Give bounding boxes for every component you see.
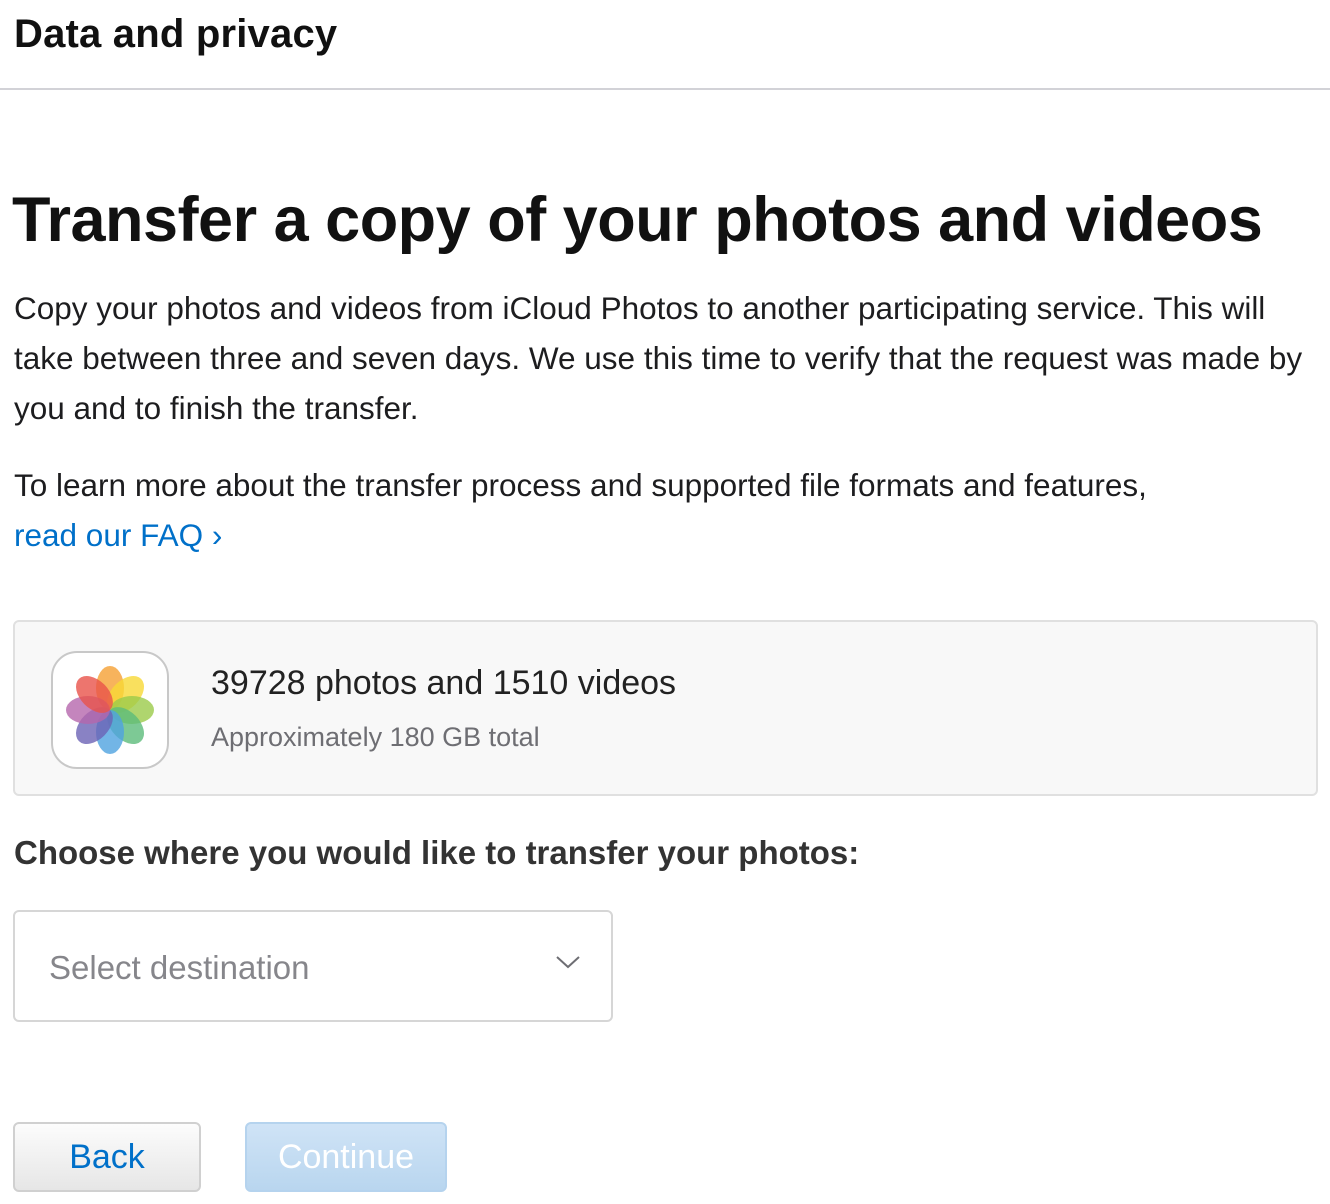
- faq-link[interactable]: read our FAQ ›: [14, 517, 222, 553]
- description: Copy your photos and videos from iCloud …: [14, 290, 1303, 426]
- header-title: Data and privacy: [14, 12, 338, 56]
- library-size: Approximately 180 GB total: [211, 722, 540, 752]
- back-button[interactable]: Back: [13, 1122, 201, 1192]
- page-title: Transfer a copy of your photos and video…: [12, 185, 1263, 255]
- learn-more-label: To learn more about the transfer process…: [14, 467, 1147, 503]
- continue-button[interactable]: Continue: [245, 1122, 447, 1192]
- learn-more-text: To learn more about the transfer process…: [14, 460, 1314, 560]
- destination-placeholder: Select destination: [49, 949, 310, 986]
- destination-select[interactable]: Select destination: [13, 910, 613, 1022]
- header: Data and privacy: [0, 0, 1330, 90]
- library-summary-card: 39728 photos and 1510 videos Approximate…: [13, 620, 1318, 796]
- photos-app-icon: [51, 651, 169, 769]
- chevron-down-icon: [556, 956, 580, 969]
- library-count: 39728 photos and 1510 videos: [211, 664, 677, 702]
- destination-label: Choose where you would like to transfer …: [14, 834, 860, 871]
